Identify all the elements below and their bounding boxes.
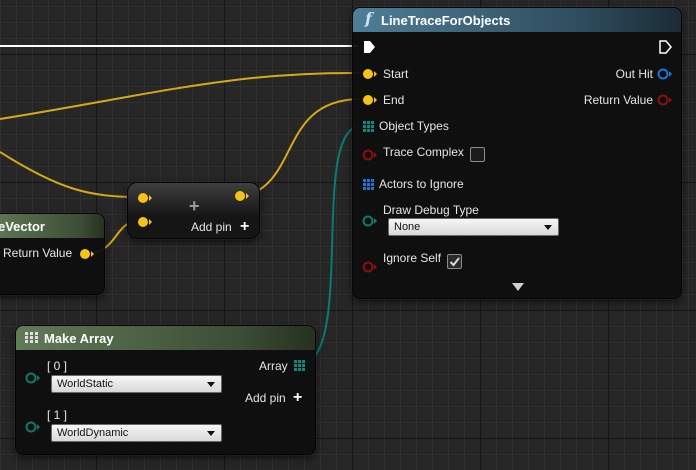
draw-debug-type-dropdown[interactable]: None <box>388 218 559 236</box>
make-array-add-pin-label[interactable]: Add pin <box>245 391 286 405</box>
make-array-add-pin-plus-icon[interactable]: + <box>293 390 302 406</box>
node-title: LineTraceForObjects <box>381 13 511 28</box>
add-input-b-pin[interactable] <box>137 215 153 229</box>
out-hit-label: Out Hit <box>615 67 653 81</box>
add-input-a-pin[interactable] <box>137 191 153 205</box>
return-value-label: Return Value <box>583 93 653 107</box>
line-trace-node[interactable]: f LineTraceForObjects Start End Object T… <box>352 7 682 299</box>
ignore-self-label: Ignore Self <box>383 251 442 265</box>
vector-add-node[interactable]: + Add pin + <box>127 182 260 239</box>
index-1-dropdown[interactable]: WorldDynamic <box>51 424 222 442</box>
make-vector-header[interactable]: eVector <box>0 214 104 238</box>
actors-to-ignore-label: Actors to Ignore <box>379 177 464 191</box>
index-0-dropdown[interactable]: WorldStatic <box>51 375 222 393</box>
vector-return-value-label: Return Value <box>3 246 73 260</box>
end-label: End <box>383 93 405 107</box>
wire-add-to-end[interactable] <box>245 98 361 197</box>
chevron-down-icon <box>544 225 552 230</box>
trace-complex-checkbox[interactable] <box>470 147 485 162</box>
expand-advanced-arrow-icon[interactable] <box>512 283 524 291</box>
chevron-down-icon <box>207 431 215 436</box>
make-vector-title: eVector <box>0 219 45 234</box>
object-types-label: Object Types <box>379 119 449 133</box>
add-pin-label[interactable]: Add pin <box>191 220 232 234</box>
index-1-value: WorldDynamic <box>57 427 129 439</box>
return-value-pin[interactable] <box>657 93 673 107</box>
chevron-down-icon <box>207 382 215 387</box>
add-output-pin[interactable] <box>234 189 250 203</box>
draw-debug-type-value: None <box>394 221 421 233</box>
actors-to-ignore-array-pin[interactable] <box>363 179 375 191</box>
make-array-header[interactable]: Make Array <box>16 326 315 350</box>
index-0-value: WorldStatic <box>57 378 114 390</box>
index-1-label: [ 1 ] <box>47 408 68 422</box>
checkmark-icon <box>449 257 460 267</box>
object-types-array-pin[interactable] <box>363 121 375 133</box>
trace-complex-label: Trace Complex <box>383 145 464 159</box>
line-trace-header[interactable]: f LineTraceForObjects <box>353 8 681 32</box>
array-output-label: Array <box>259 359 288 373</box>
ignore-self-checkbox[interactable] <box>447 254 462 269</box>
start-label: Start <box>383 67 409 81</box>
exec-in-pin[interactable] <box>363 40 377 54</box>
start-pin[interactable] <box>362 67 378 81</box>
function-f-icon: f <box>365 9 372 28</box>
array-output-pin[interactable] <box>294 360 306 372</box>
out-hit-pin[interactable] <box>657 67 673 81</box>
exec-out-pin[interactable] <box>659 40 673 54</box>
wire-vector-to-add-a[interactable] <box>0 151 140 198</box>
add-pin-plus-icon[interactable]: + <box>240 219 249 235</box>
vector-return-value-pin[interactable] <box>79 247 95 261</box>
ignore-self-pin[interactable] <box>362 260 378 274</box>
wire-start[interactable] <box>0 71 361 120</box>
index-0-pin[interactable] <box>25 371 41 385</box>
make-vector-node[interactable]: eVector Return Value <box>0 213 105 295</box>
draw-debug-type-pin[interactable] <box>362 214 378 228</box>
make-array-node[interactable]: Make Array [ 0 ] WorldStatic [ 1 ] World… <box>15 325 316 455</box>
make-array-icon <box>25 332 38 343</box>
draw-debug-type-label: Draw Debug Type <box>383 203 479 217</box>
add-operator-icon: + <box>189 196 200 216</box>
index-0-label: [ 0 ] <box>47 359 68 373</box>
trace-complex-pin[interactable] <box>362 148 378 162</box>
make-array-title: Make Array <box>44 331 114 346</box>
index-1-pin[interactable] <box>25 420 41 434</box>
end-pin[interactable] <box>362 93 378 107</box>
